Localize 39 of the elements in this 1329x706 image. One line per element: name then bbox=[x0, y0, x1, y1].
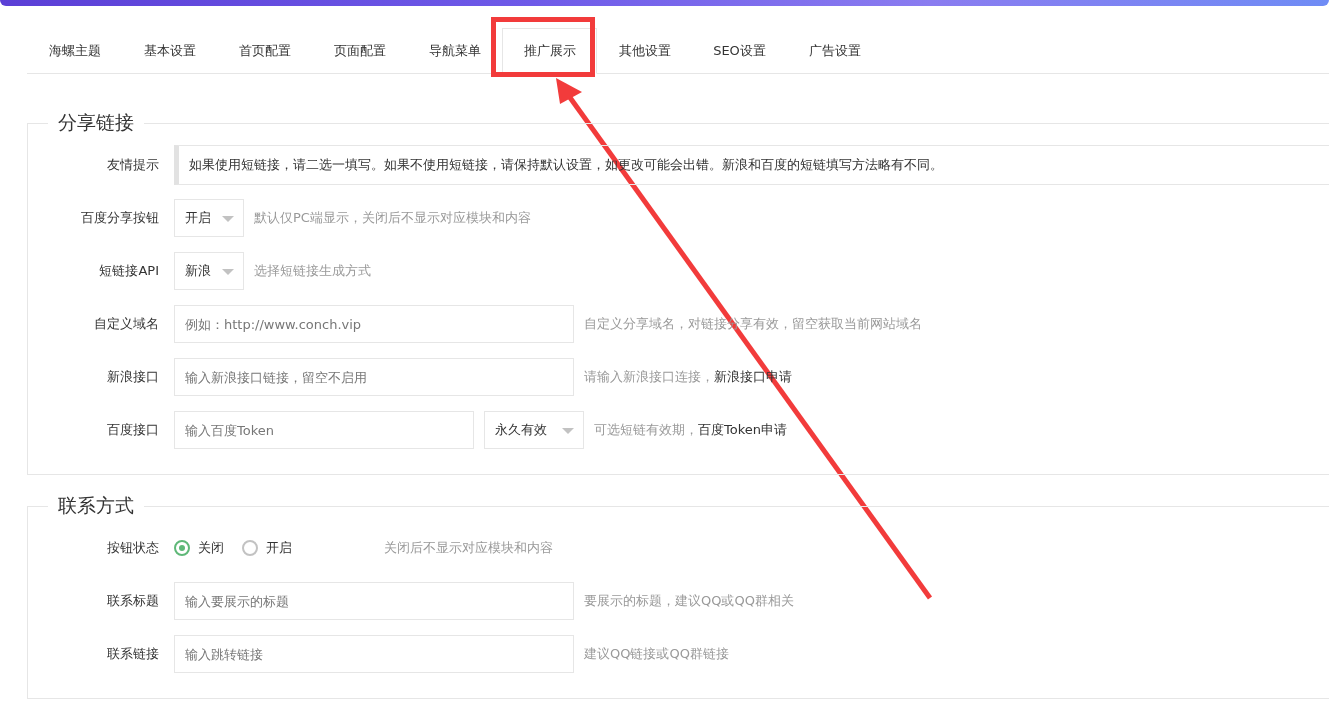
input-field[interactable]: 输入新浪接口链接，留空不启用 bbox=[174, 358, 574, 396]
help-text: 要展示的标题，建议QQ或QQ群相关 bbox=[584, 592, 794, 610]
help-text: 默认仅PC端显示，关闭后不显示对应模块和内容 bbox=[254, 209, 531, 227]
section-title: 分享链接 bbox=[57, 110, 135, 135]
field-label: 自定义域名 bbox=[93, 315, 160, 333]
settings-tab[interactable]: 导航菜单 bbox=[407, 28, 502, 73]
settings-tab[interactable]: SEO设置 bbox=[692, 28, 787, 73]
help-text: 选择短链接生成方式 bbox=[254, 262, 371, 280]
field-label: 按钮状态 bbox=[106, 539, 160, 557]
input-field[interactable]: 输入百度Token bbox=[174, 411, 474, 449]
field-label: 联系标题 bbox=[106, 592, 160, 610]
help-text: 建议QQ链接或QQ群链接 bbox=[584, 645, 729, 663]
field-label: 短链接API bbox=[98, 262, 160, 280]
field-label: 友情提示 bbox=[106, 156, 160, 174]
settings-tab[interactable]: 海螺主题 bbox=[27, 28, 122, 73]
settings-tab[interactable]: 页面配置 bbox=[312, 28, 407, 73]
settings-tab[interactable]: 首页配置 bbox=[217, 28, 312, 73]
settings-tab[interactable]: 其他设置 bbox=[597, 28, 692, 73]
input-field[interactable]: 输入要展示的标题 bbox=[174, 582, 574, 620]
radio-label[interactable]: 关闭 bbox=[198, 539, 224, 557]
input-field[interactable]: 例如：http://www.conch.vip bbox=[174, 305, 574, 343]
field-label: 百度分享按钮 bbox=[80, 209, 160, 227]
settings-tab[interactable]: 广告设置 bbox=[787, 28, 882, 73]
field-label: 联系链接 bbox=[106, 645, 160, 663]
settings-tab[interactable]: 基本设置 bbox=[122, 28, 217, 73]
dropdown[interactable]: 开启 bbox=[174, 199, 244, 237]
section-title: 联系方式 bbox=[57, 493, 135, 518]
help-text: 关闭后不显示对应模块和内容 bbox=[384, 539, 553, 557]
help-text: 可选短链有效期， bbox=[594, 421, 698, 439]
field-label: 新浪接口 bbox=[106, 368, 160, 386]
dropdown[interactable]: 新浪 bbox=[174, 252, 244, 290]
input-field[interactable]: 输入跳转链接 bbox=[174, 635, 574, 673]
radio-label[interactable]: 开启 bbox=[266, 539, 292, 557]
help-text: 自定义分享域名，对链接分享有效，留空获取当前网站域名 bbox=[584, 315, 922, 333]
dropdown[interactable]: 永久有效 bbox=[484, 411, 584, 449]
field-label: 百度接口 bbox=[106, 421, 160, 439]
settings-tab[interactable]: 推广展示 bbox=[502, 28, 597, 74]
apply-link[interactable]: 百度Token申请 bbox=[698, 421, 787, 439]
help-text: 请输入新浪接口连接， bbox=[584, 368, 714, 386]
